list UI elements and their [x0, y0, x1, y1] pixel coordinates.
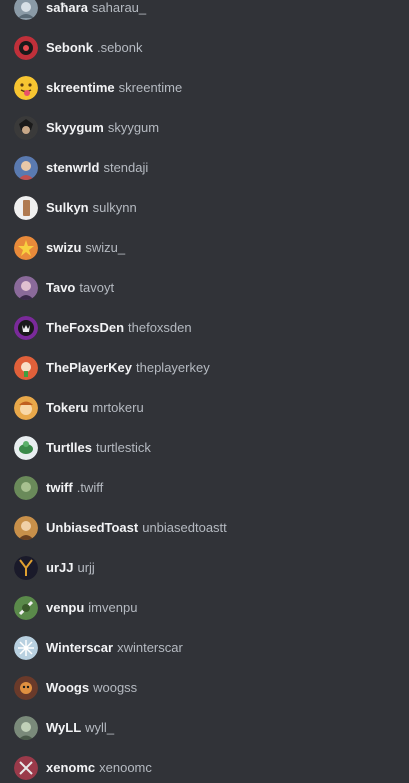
avatar-icon	[14, 116, 38, 140]
member-row[interactable]: UnbiasedToast unbiasedtoastt	[0, 508, 409, 548]
avatar-icon	[14, 436, 38, 460]
display-name: Turtlles	[46, 440, 92, 455]
avatar-icon	[14, 236, 38, 260]
emoji-tongue-icon	[14, 76, 38, 100]
member-row[interactable]: venpu imvenpu	[0, 588, 409, 628]
username: theplayerkey	[136, 360, 210, 375]
avatar-icon	[14, 596, 38, 620]
username: swizu_	[85, 240, 126, 255]
member-row[interactable]: Tokeru mrtokeru	[0, 388, 409, 428]
avatar-icon	[14, 276, 38, 300]
avatar-icon	[14, 676, 38, 700]
display-name: skreentime	[46, 80, 115, 95]
member-row[interactable]: twiff .twiff	[0, 468, 409, 508]
member-row[interactable]: Turtlles turtlestick	[0, 428, 409, 468]
username: urjj	[77, 560, 95, 575]
display-name: Winterscar	[46, 640, 114, 655]
display-name: swizu	[46, 240, 82, 255]
username: unbiasedtoastt	[142, 520, 227, 535]
display-name: Sulkyn	[46, 200, 89, 215]
avatar-icon	[14, 636, 38, 660]
avatar-icon	[14, 716, 38, 740]
display-name: urJJ	[46, 560, 74, 575]
avatar-icon	[14, 396, 38, 420]
display-name: xenomc	[46, 760, 96, 775]
display-name: stenwrld	[46, 160, 100, 175]
username: tavoyt	[79, 280, 115, 295]
username: xwinterscar	[117, 640, 183, 655]
display-name: Tavo	[46, 280, 76, 295]
display-name: Skyygum	[46, 120, 104, 135]
username: woogss	[93, 680, 138, 695]
member-row[interactable]: xenomc xenoomc	[0, 748, 409, 783]
member-row[interactable]: stenwrld stendaji	[0, 148, 409, 188]
display-name: venpu	[46, 600, 85, 615]
member-row[interactable]: Sebonk .sebonk	[0, 28, 409, 68]
member-row[interactable]: Winterscar xwinterscar	[0, 628, 409, 668]
avatar-icon	[14, 516, 38, 540]
avatar-icon	[14, 356, 38, 380]
username: .twiff	[76, 480, 104, 495]
display-name: Woogs	[46, 680, 90, 695]
member-row[interactable]: urJJ urjj	[0, 548, 409, 588]
display-name: UnbiasedToast	[46, 520, 139, 535]
username: xenoomc	[99, 760, 152, 775]
username: turtlestick	[96, 440, 151, 455]
avatar-icon	[14, 36, 38, 60]
avatar-icon	[14, 0, 38, 20]
username: skreentime	[118, 80, 183, 95]
member-row[interactable]: saħara saharau_	[0, 0, 409, 28]
username: stendaji	[103, 160, 149, 175]
avatar-icon	[14, 556, 38, 580]
member-row[interactable]: WyLL wyll_	[0, 708, 409, 748]
member-list: saħara saharau_ Sebonk .sebonk skreentime s…	[0, 0, 409, 783]
member-row[interactable]: Tavo tavoyt	[0, 268, 409, 308]
member-row[interactable]: skreentime skreentime	[0, 68, 409, 108]
member-row[interactable]: Skyygum skyygum	[0, 108, 409, 148]
avatar-icon	[14, 196, 38, 220]
username: skyygum	[107, 120, 160, 135]
username: .sebonk	[96, 40, 143, 55]
username: thefoxsden	[128, 320, 192, 335]
username: wyll_	[85, 720, 115, 735]
username: imvenpu	[88, 600, 138, 615]
avatar-icon	[14, 316, 38, 340]
avatar-icon	[14, 476, 38, 500]
member-row[interactable]: ThePlayerKey theplayerkey	[0, 348, 409, 388]
avatar-icon	[14, 756, 38, 780]
display-name: saħara	[46, 0, 88, 15]
display-name: Sebonk	[46, 40, 93, 55]
display-name: WyLL	[46, 720, 82, 735]
display-name: ThePlayerKey	[46, 360, 132, 375]
username: sulkynn	[92, 200, 137, 215]
member-row[interactable]: TheFoxsDen thefoxsden	[0, 308, 409, 348]
display-name: Tokeru	[46, 400, 89, 415]
member-row[interactable]: swizu swizu_	[0, 228, 409, 268]
member-row[interactable]: Sulkyn sulkynn	[0, 188, 409, 228]
avatar-icon	[14, 156, 38, 180]
display-name: twiff	[46, 480, 73, 495]
display-name: TheFoxsDen	[46, 320, 125, 335]
member-row[interactable]: Woogs woogss	[0, 668, 409, 708]
username: saharau_	[91, 0, 147, 15]
username: mrtokeru	[92, 400, 144, 415]
